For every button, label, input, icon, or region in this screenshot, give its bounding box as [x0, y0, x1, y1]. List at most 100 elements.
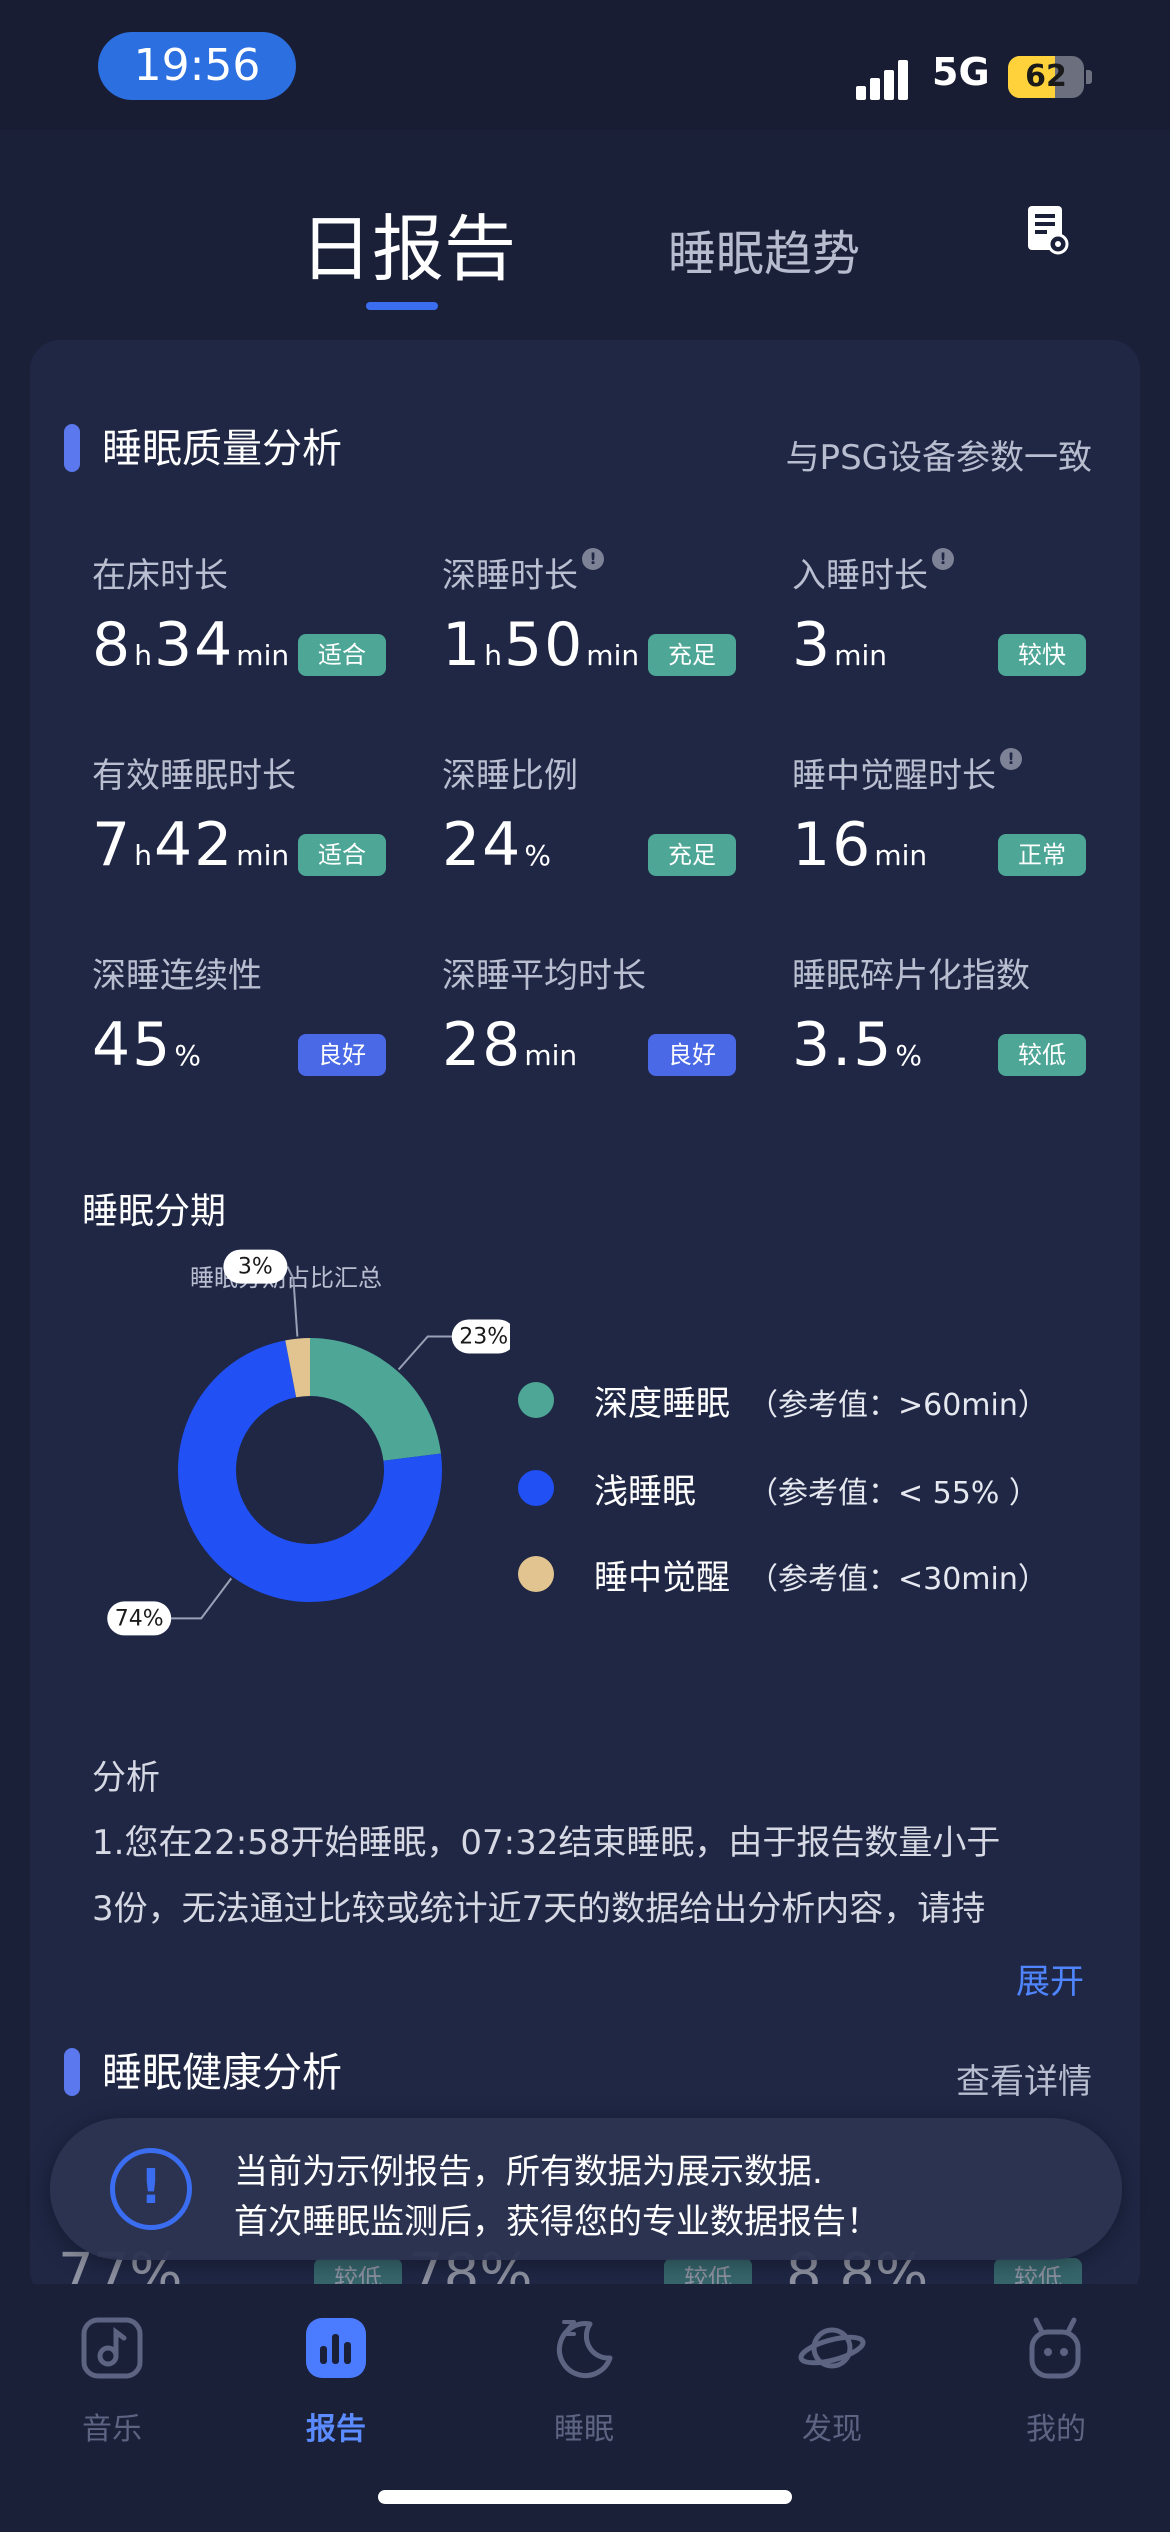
section-accent-bar	[64, 2048, 80, 2096]
donut-label-leader	[171, 1577, 233, 1620]
analysis-text: 1.您在22:58开始睡眠，07:32结束睡眠，由于报告数量小于 3份，无法通过…	[92, 1810, 1092, 1942]
donut-data-label: 74%	[115, 1606, 164, 1631]
nav-report[interactable]: 报告	[256, 2314, 416, 2474]
nav-report-label: 报告	[306, 2412, 366, 2447]
metric-label-text: 深睡比例	[442, 756, 578, 796]
metric-item: 有效睡眠时长 7h42min 适合	[92, 748, 402, 898]
metric-label-text: 有效睡眠时长	[92, 756, 296, 796]
metric-status-badge: 充足	[648, 834, 736, 876]
metric-number: 3.5	[792, 1010, 894, 1080]
health-title: 睡眠健康分析	[102, 2050, 342, 2096]
metric-value: 8h34min	[92, 610, 291, 680]
metric-status-badge: 良好	[648, 1034, 736, 1076]
metric-item: 在床时长 8h34min 适合	[92, 548, 402, 698]
metric-value: 45%	[92, 1010, 203, 1080]
metric-label-text: 深睡时长	[442, 556, 578, 596]
metric-label-text: 在床时长	[92, 556, 228, 596]
status-bar: 19:56 5G 62	[0, 0, 1170, 130]
metric-value: 3.5%	[792, 1010, 924, 1080]
app-screen: 19:56 5G 62 日报告 睡眠趋势 睡眠质量分析 与PSG设备参数一致 在…	[0, 0, 1170, 2532]
legend-swatch	[518, 1382, 554, 1418]
nav-music-label: 音乐	[82, 2412, 142, 2447]
legend-item: 深度睡眠 （参考值：>60min）	[518, 1376, 1118, 1426]
nav-discover[interactable]: 发现	[752, 2314, 912, 2474]
nav-sleep-label: 睡眠	[554, 2412, 614, 2447]
legend-swatch	[518, 1470, 554, 1506]
legend-item: 睡中觉醒 （参考值：<30min）	[518, 1550, 1118, 1600]
sleep-stage-donut-chart: 23% 74% 3%	[107, 1249, 510, 1636]
metric-unit: %	[895, 1039, 923, 1072]
metric-value: 28min	[442, 1010, 579, 1080]
music-note-icon	[81, 2317, 143, 2379]
metric-label: 在床时长	[92, 548, 228, 597]
metric-unit: min	[874, 839, 928, 872]
nav-music[interactable]: 音乐	[32, 2314, 192, 2474]
battery-icon: 62	[1008, 56, 1084, 98]
profile-icon	[1029, 2317, 1081, 2379]
metric-number: 1	[442, 610, 483, 680]
metric-label: 深睡连续性	[92, 948, 262, 997]
metric-unit: %	[524, 839, 551, 872]
legend-item: 浅睡眠 （参考值：< 55% ）	[518, 1464, 1118, 1514]
legend-reference: （参考值：>60min）	[748, 1388, 1048, 1423]
nav-sleep[interactable]: 睡眠	[504, 2314, 664, 2474]
metric-number: 42	[153, 810, 235, 880]
metric-label-text: 睡眠碎片化指数	[792, 956, 1030, 996]
nav-mine-label: 我的	[1026, 2412, 1086, 2447]
expand-link[interactable]: 展开	[1016, 1954, 1084, 2003]
metric-item: 睡中觉醒时长! 16min 正常	[792, 748, 1102, 898]
metric-status-badge: 较低	[998, 1034, 1086, 1076]
tab-daily-report[interactable]: 日报告	[300, 190, 516, 295]
metric-unit: h	[134, 839, 152, 872]
analysis-line-2: 3份，无法通过比较或统计近7天的数据给出分析内容，请持	[92, 1889, 986, 1929]
section-accent-bar	[64, 424, 80, 472]
metric-item: 深睡连续性 45% 良好	[92, 948, 402, 1098]
bar-chart-icon	[306, 2318, 366, 2378]
metric-unit: min	[236, 839, 290, 872]
metric-unit: %	[174, 1039, 201, 1072]
nav-mine[interactable]: 我的	[976, 2314, 1136, 2474]
quality-title: 睡眠质量分析	[102, 426, 342, 472]
metric-value: 1h50min	[442, 610, 641, 680]
metric-item: 深睡时长! 1h50min 充足	[442, 548, 752, 698]
health-section-header: 睡眠健康分析 查看详情	[30, 2040, 1140, 2103]
legend-reference: （参考值：<30min）	[748, 1562, 1048, 1597]
metric-label-text: 睡中觉醒时长	[792, 756, 996, 796]
donut-slice	[310, 1338, 441, 1461]
view-details-link[interactable]: 查看详情	[956, 2054, 1092, 2103]
metric-label: 睡眠碎片化指数	[792, 948, 1030, 997]
analysis-line-1: 1.您在22:58开始睡眠，07:32结束睡眠，由于报告数量小于	[92, 1823, 1001, 1863]
metric-status-badge: 适合	[298, 834, 386, 876]
metric-status-badge: 正常	[998, 834, 1086, 876]
toast-line-1: 当前为示例报告，所有数据为展示数据.	[234, 2152, 823, 2192]
report-clipboard-icon[interactable]	[1026, 204, 1070, 258]
donut-label-leader	[397, 1335, 452, 1371]
alert-icon: !	[110, 2148, 192, 2230]
toast-line-2: 首次睡眠监测后，获得您的专业数据报告！	[234, 2202, 880, 2242]
tab-sleep-trend[interactable]: 睡眠趋势	[668, 214, 860, 284]
metric-label: 入睡时长!	[792, 548, 954, 597]
metric-unit: h	[134, 639, 152, 672]
metric-label: 有效睡眠时长	[92, 748, 296, 797]
info-icon[interactable]: !	[1000, 748, 1022, 770]
metric-label: 睡中觉醒时长!	[792, 748, 1022, 797]
metric-number: 50	[503, 610, 585, 680]
metric-value: 7h42min	[92, 810, 291, 880]
home-indicator	[378, 2490, 792, 2504]
psg-note: 与PSG设备参数一致	[785, 438, 1092, 478]
metric-number: 45	[92, 1010, 173, 1080]
metric-item: 入睡时长! 3min 较快	[792, 548, 1102, 698]
metric-status-badge: 适合	[298, 634, 386, 676]
metric-label-text: 深睡平均时长	[442, 956, 646, 996]
donut-data-label: 3%	[238, 1255, 273, 1280]
planet-icon	[798, 2327, 866, 2369]
tab-active-indicator	[366, 302, 438, 310]
info-icon[interactable]: !	[582, 548, 604, 570]
metric-number: 8	[92, 610, 133, 680]
legend-swatch	[518, 1556, 554, 1592]
metric-unit: min	[236, 639, 290, 672]
nav-discover-label: 发现	[802, 2412, 862, 2447]
metric-unit: min	[524, 1039, 578, 1072]
metric-status-badge: 较快	[998, 634, 1086, 676]
info-icon[interactable]: !	[932, 548, 954, 570]
